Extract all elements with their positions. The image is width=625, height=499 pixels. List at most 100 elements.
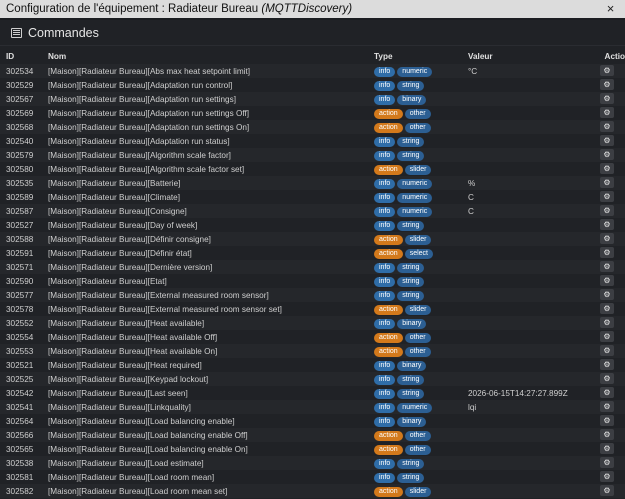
cell-actions: ⚙ (590, 456, 625, 470)
subtype-badge: binary (397, 360, 427, 371)
subtype-badge: slider (404, 164, 432, 175)
gears-icon[interactable]: ⚙ (600, 344, 614, 356)
cell-valeur (462, 106, 590, 120)
commands-panel: Commandes ID Nom Type Valeur Actio 30253… (0, 20, 625, 499)
table-row: 302538 [Maison][Radiateur Bureau][Load es… (0, 456, 625, 470)
type-badge: info (374, 374, 396, 385)
cell-valeur (462, 316, 590, 330)
gears-icon[interactable]: ⚙ (600, 428, 614, 440)
type-badge: info (374, 402, 396, 413)
gears-icon[interactable]: ⚙ (600, 386, 614, 398)
type-badge: info (374, 318, 396, 329)
window-titlebar: Configuration de l'équipement : Radiateu… (0, 0, 625, 18)
gears-icon[interactable]: ⚙ (600, 302, 614, 314)
gears-glyph: ⚙ (603, 457, 611, 467)
gears-icon[interactable]: ⚙ (600, 232, 614, 244)
gears-glyph: ⚙ (603, 275, 611, 285)
gears-glyph: ⚙ (603, 233, 611, 243)
cell-valeur (462, 470, 590, 484)
gears-icon[interactable]: ⚙ (600, 400, 614, 412)
gears-icon[interactable]: ⚙ (600, 358, 614, 370)
gears-icon[interactable]: ⚙ (600, 246, 614, 258)
gears-icon[interactable]: ⚙ (600, 92, 614, 104)
type-badge: info (374, 458, 396, 469)
cell-valeur (462, 134, 590, 148)
gears-icon[interactable]: ⚙ (600, 106, 614, 118)
subtype-badge: string (397, 220, 425, 231)
subtype-badge: binary (397, 416, 427, 427)
gears-icon[interactable]: ⚙ (600, 288, 614, 300)
gears-icon[interactable]: ⚙ (600, 484, 614, 496)
gears-icon[interactable]: ⚙ (600, 260, 614, 272)
gears-icon[interactable]: ⚙ (600, 64, 614, 76)
subtype-badge: numeric (397, 402, 433, 413)
cell-nom: [Maison][Radiateur Bureau][Adaptation ru… (42, 134, 368, 148)
gears-glyph: ⚙ (603, 107, 611, 117)
subtype-badge: select (404, 248, 433, 259)
cell-id: 302541 (0, 400, 42, 414)
gears-icon[interactable]: ⚙ (600, 456, 614, 468)
cell-nom: [Maison][Radiateur Bureau][Consigne] (42, 204, 368, 218)
subtype-badge: other (404, 332, 431, 343)
gears-icon[interactable]: ⚙ (600, 442, 614, 454)
table-row: 302569 [Maison][Radiateur Bureau][Adaptat… (0, 106, 625, 120)
cell-valeur (462, 414, 590, 428)
type-badge: info (374, 66, 396, 77)
cell-id: 302589 (0, 190, 42, 204)
gears-glyph: ⚙ (603, 93, 611, 103)
table-row: 302534 [Maison][Radiateur Bureau][Abs max… (0, 64, 625, 78)
cell-valeur (462, 344, 590, 358)
gears-icon[interactable]: ⚙ (600, 470, 614, 482)
gears-icon[interactable]: ⚙ (600, 190, 614, 202)
gears-icon[interactable]: ⚙ (600, 204, 614, 216)
gears-icon[interactable]: ⚙ (600, 120, 614, 132)
cell-type: info numeric (368, 176, 462, 190)
type-badge: action (374, 108, 403, 119)
header-type[interactable]: Type (368, 48, 462, 64)
gears-icon[interactable]: ⚙ (600, 414, 614, 426)
gears-glyph: ⚙ (603, 485, 611, 495)
close-icon[interactable]: × (604, 2, 617, 16)
window-title-plugin: (MQTTDiscovery) (261, 3, 353, 15)
header-valeur[interactable]: Valeur (462, 48, 590, 64)
type-badge: action (374, 486, 403, 497)
type-badge: info (374, 80, 396, 91)
gears-icon[interactable]: ⚙ (600, 134, 614, 146)
cell-id: 302571 (0, 260, 42, 274)
gears-glyph: ⚙ (603, 303, 611, 313)
cell-type: info binary (368, 414, 462, 428)
header-nom[interactable]: Nom (42, 48, 368, 64)
type-badge: action (374, 234, 403, 245)
cell-valeur: °C (462, 64, 590, 78)
gears-icon[interactable]: ⚙ (600, 316, 614, 328)
gears-icon[interactable]: ⚙ (600, 78, 614, 90)
gears-icon[interactable]: ⚙ (600, 176, 614, 188)
cell-type: action other (368, 344, 462, 358)
subtype-badge: other (404, 122, 431, 133)
table-row: 302565 [Maison][Radiateur Bureau][Load ba… (0, 442, 625, 456)
cell-nom: [Maison][Radiateur Bureau][Définir consi… (42, 232, 368, 246)
type-badge: info (374, 276, 396, 287)
cell-actions: ⚙ (590, 316, 625, 330)
gears-icon[interactable]: ⚙ (600, 330, 614, 342)
cell-valeur (462, 428, 590, 442)
cell-actions: ⚙ (590, 484, 625, 498)
cell-type: action slider (368, 484, 462, 498)
cell-actions: ⚙ (590, 106, 625, 120)
cell-nom: [Maison][Radiateur Bureau][Load balancin… (42, 414, 368, 428)
gears-icon[interactable]: ⚙ (600, 148, 614, 160)
cell-type: action other (368, 120, 462, 134)
gears-icon[interactable]: ⚙ (600, 372, 614, 384)
cell-nom: [Maison][Radiateur Bureau][Adaptation ru… (42, 78, 368, 92)
gears-icon[interactable]: ⚙ (600, 218, 614, 230)
cell-valeur (462, 218, 590, 232)
gears-icon[interactable]: ⚙ (600, 274, 614, 286)
table-row: 302540 [Maison][Radiateur Bureau][Adaptat… (0, 134, 625, 148)
cell-valeur: 2026-06-15T14:27:27.899Z (462, 386, 590, 400)
header-id[interactable]: ID (0, 48, 42, 64)
gears-glyph: ⚙ (603, 359, 611, 369)
gears-icon[interactable]: ⚙ (600, 162, 614, 174)
cell-actions: ⚙ (590, 162, 625, 176)
cell-valeur: C (462, 204, 590, 218)
gears-glyph: ⚙ (603, 401, 611, 411)
